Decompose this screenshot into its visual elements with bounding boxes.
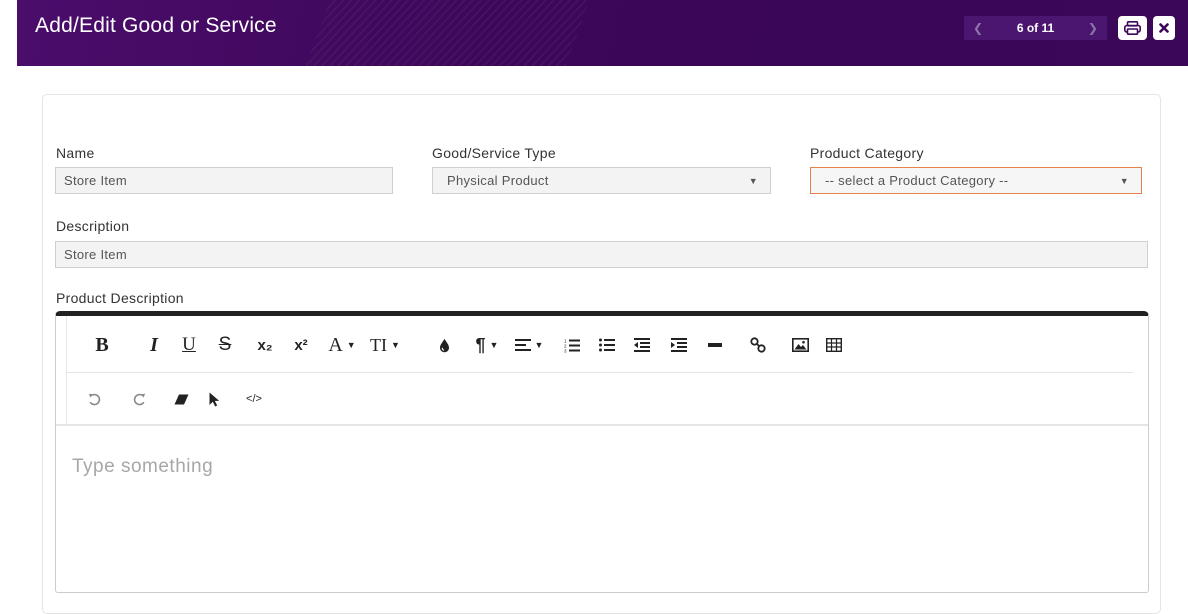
select-all-button[interactable] (199, 372, 229, 426)
redo-icon (133, 393, 145, 405)
undo-icon (88, 393, 100, 405)
redo-button[interactable] (124, 372, 154, 426)
undo-button[interactable] (79, 372, 109, 426)
close-button[interactable] (1153, 16, 1175, 40)
align-button[interactable]: ▼ (509, 318, 549, 372)
print-button[interactable] (1118, 16, 1147, 40)
font-size-button[interactable]: TI ▼ (364, 318, 406, 372)
type-label: Good/Service Type (432, 145, 556, 161)
chevron-right-icon[interactable]: ❯ (1088, 21, 1098, 35)
cursor-icon (209, 392, 219, 406)
superscript-button[interactable]: x² (285, 318, 317, 372)
header-decoration (296, 0, 598, 66)
align-left-icon (514, 339, 531, 351)
caret-down-icon: ▼ (346, 340, 356, 350)
close-icon (1159, 23, 1169, 33)
underline-button[interactable]: U (174, 318, 204, 372)
print-icon (1124, 21, 1141, 35)
link-icon (750, 337, 766, 353)
highlight-color-button[interactable] (432, 318, 456, 372)
name-label: Name (56, 145, 95, 161)
chevron-left-icon[interactable]: ❮ (973, 21, 983, 35)
category-label: Product Category (810, 145, 924, 161)
editor-divider (56, 424, 1148, 426)
font-color-label: A (328, 333, 343, 356)
link-button[interactable] (743, 318, 773, 372)
outdent-button[interactable] (627, 318, 657, 372)
unordered-list-icon (599, 338, 615, 352)
description-label: Description (56, 218, 130, 234)
table-button[interactable] (819, 318, 849, 372)
rich-text-editor: B I U S x₂ x² A ▼ TI ▼ ¶ ▼ ▼ 1 2 3 </> T… (55, 311, 1149, 593)
drop-icon (439, 338, 449, 352)
unordered-list-button[interactable] (592, 318, 622, 372)
outdent-icon (634, 338, 650, 352)
product-description-label: Product Description (56, 290, 184, 306)
editor-content-area[interactable]: Type something (72, 456, 213, 478)
dropdown-arrow-icon: ▼ (1119, 175, 1129, 186)
clear-formatting-button[interactable] (166, 372, 196, 426)
category-select[interactable]: -- select a Product Category -- ▼ (810, 167, 1142, 194)
indent-icon (671, 338, 687, 352)
paragraph-format-button[interactable]: ¶ ▼ (467, 318, 507, 372)
name-input[interactable]: Store Item (55, 167, 393, 194)
italic-button[interactable]: I (139, 318, 169, 372)
image-icon (791, 338, 809, 352)
toolbar-row-2: </> (67, 372, 1133, 426)
indent-button[interactable] (664, 318, 694, 372)
code-view-icon: </> (246, 393, 262, 405)
modal-header: Add/Edit Good or Service ❮ 6 of 11 ❯ (17, 0, 1188, 66)
font-size-label: TI (370, 334, 388, 355)
subscript-button[interactable]: x₂ (249, 318, 281, 372)
caret-down-icon: ▼ (391, 340, 400, 350)
dropdown-arrow-icon: ▼ (748, 175, 758, 186)
category-select-value: -- select a Product Category -- (825, 173, 1009, 188)
ordered-list-icon: 1 2 3 (564, 338, 580, 353)
code-view-button[interactable]: </> (237, 372, 271, 426)
image-button[interactable] (784, 318, 816, 372)
horizontal-rule-button[interactable] (700, 318, 730, 372)
toolbar-row-1: B I U S x₂ x² A ▼ TI ▼ ¶ ▼ ▼ 1 2 3 (67, 318, 1133, 373)
caret-down-icon: ▼ (489, 340, 499, 350)
font-color-button[interactable]: A ▼ (322, 318, 362, 372)
record-pager: ❮ 6 of 11 ❯ (964, 16, 1107, 40)
paragraph-label: ¶ (475, 334, 486, 355)
type-select-value: Physical Product (447, 173, 549, 188)
caret-down-icon: ▼ (534, 340, 544, 350)
bold-button[interactable]: B (87, 318, 117, 372)
table-icon (826, 338, 842, 352)
modal-title: Add/Edit Good or Service (35, 14, 277, 37)
pager-text: 6 of 11 (1016, 21, 1055, 35)
ordered-list-button[interactable]: 1 2 3 (557, 318, 587, 372)
strikethrough-button[interactable]: S (210, 318, 240, 372)
description-input[interactable]: Store Item (55, 241, 1148, 268)
type-select[interactable]: Physical Product ▼ (432, 167, 771, 194)
eraser-icon (174, 394, 188, 404)
editor-toolbar: B I U S x₂ x² A ▼ TI ▼ ¶ ▼ ▼ 1 2 3 </> (66, 316, 1143, 424)
horizontal-rule-icon (708, 343, 722, 347)
svg-text:3: 3 (564, 348, 567, 353)
